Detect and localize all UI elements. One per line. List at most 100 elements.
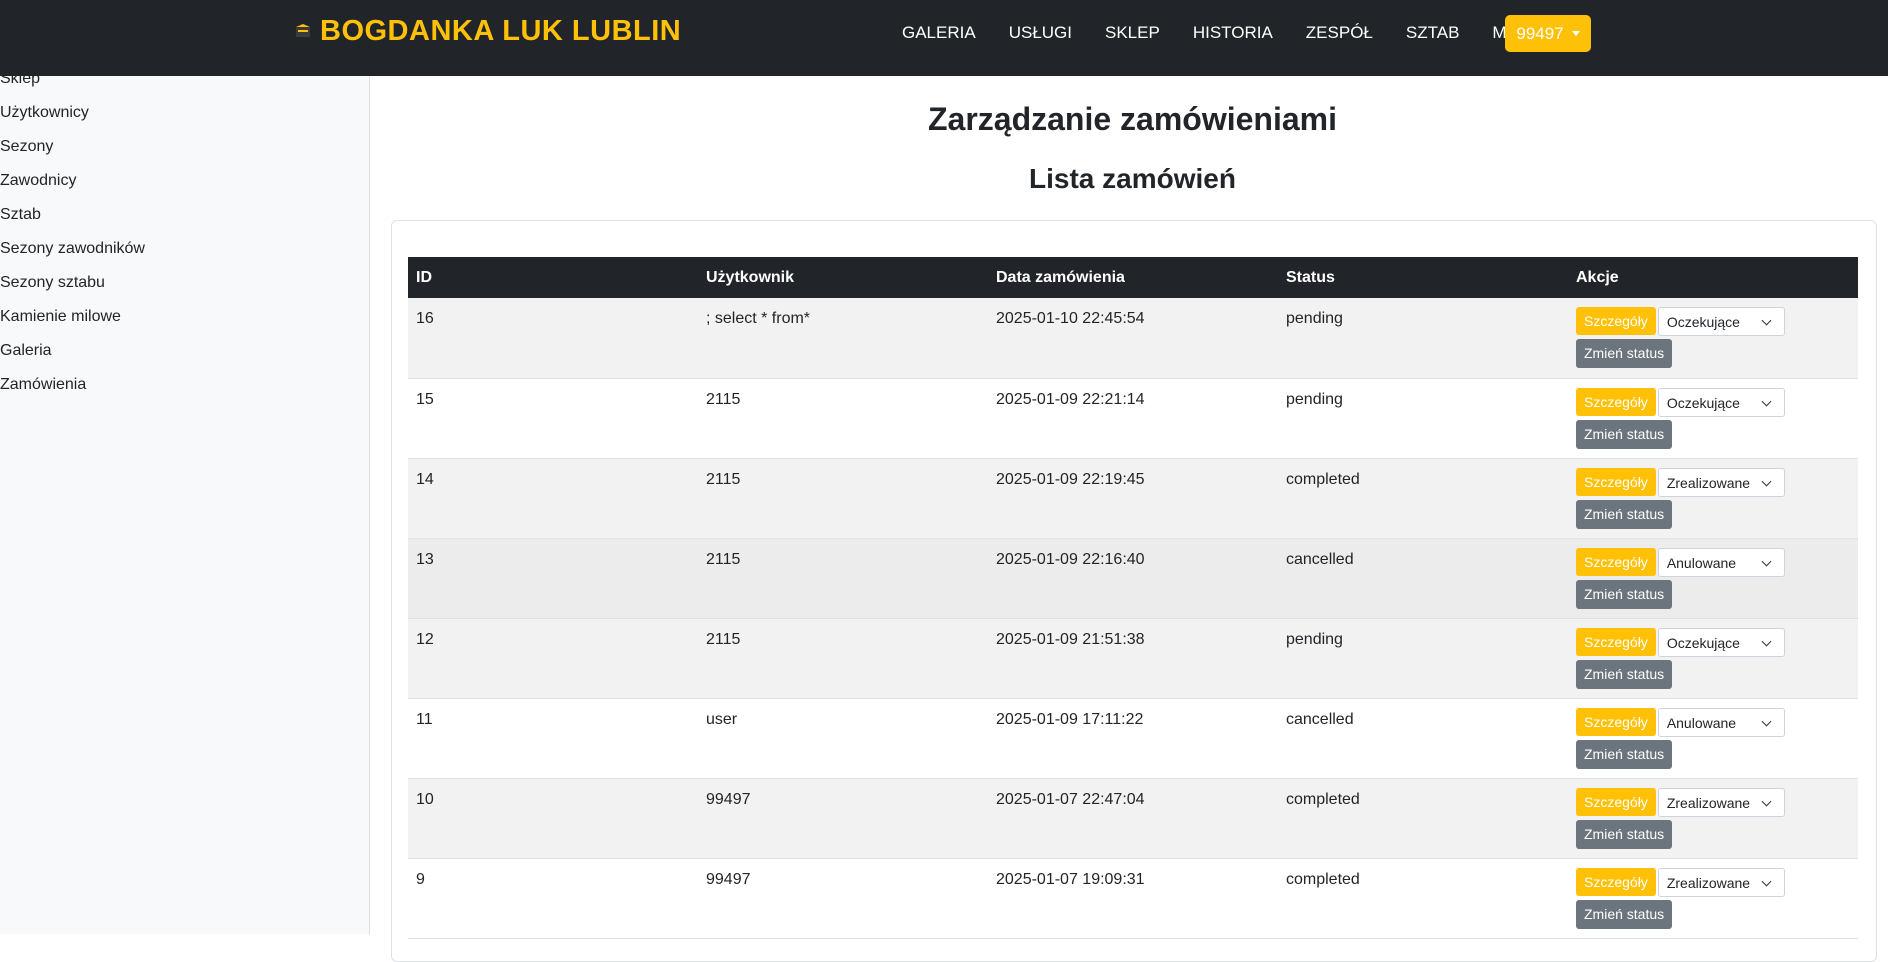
status-select-value: Zrealizowane xyxy=(1666,874,1751,891)
status-select[interactable]: Anulowane xyxy=(1657,547,1785,577)
chevron-down-icon xyxy=(1761,876,1772,886)
status-select[interactable]: Anulowane xyxy=(1657,707,1785,737)
cell-id: 16 xyxy=(408,298,698,379)
change-status-button[interactable]: Zmień status xyxy=(1576,499,1673,529)
cell-id: 15 xyxy=(408,378,698,459)
cell-user: user xyxy=(698,698,988,779)
cell-actions: Szczegóły Anulowane Zmień status xyxy=(1568,698,1858,779)
details-button[interactable]: Szczegóły xyxy=(1576,547,1656,576)
chevron-down-icon xyxy=(1761,796,1772,806)
status-select-value: Oczekujące xyxy=(1666,394,1740,411)
details-button[interactable]: Szczegóły xyxy=(1576,307,1656,335)
nav-link-historia[interactable]: HISTORIA xyxy=(1193,20,1273,46)
status-select[interactable]: Zrealizowane xyxy=(1657,867,1785,897)
cell-status: completed xyxy=(1278,458,1568,539)
chevron-down-icon xyxy=(1761,476,1772,486)
page-title: Zarządzanie zamówieniami xyxy=(927,101,1337,137)
details-button[interactable]: Szczegóły xyxy=(1576,707,1656,736)
sidebar-item-sezony-zawodnikow[interactable]: Sezony zawodników xyxy=(0,239,145,259)
change-status-button[interactable]: Zmień status xyxy=(1576,899,1673,929)
change-status-button[interactable]: Zmień status xyxy=(1576,739,1673,769)
brand-title: BOGDANKA LUK LUBLIN xyxy=(320,14,682,47)
table-row: 14 2115 2025-01-09 22:19:45 completed Sz… xyxy=(408,458,1858,539)
status-select[interactable]: Zrealizowane xyxy=(1657,787,1785,817)
status-select-value: Anulowane xyxy=(1666,714,1737,731)
cell-status: cancelled xyxy=(1278,538,1568,619)
nav-menu: GALERIA USŁUGI SKLEP HISTORIA ZESPÓŁ SZT… xyxy=(902,20,1572,46)
table-row: 11 user 2025-01-09 17:11:22 cancelled Sz… xyxy=(408,698,1858,779)
details-button[interactable]: Szczegóły xyxy=(1576,787,1656,816)
nav-link-uslugi[interactable]: USŁUGI xyxy=(1009,20,1072,46)
user-dropdown-button[interactable]: 99497 xyxy=(1505,15,1591,52)
details-button[interactable]: Szczegóły xyxy=(1576,387,1656,416)
status-select[interactable]: Oczekujące xyxy=(1657,307,1785,336)
sidebar-item-sezony[interactable]: Sezony xyxy=(0,137,53,157)
cell-user: 2115 xyxy=(698,458,988,539)
cell-status: pending xyxy=(1278,298,1568,379)
details-button[interactable]: Szczegóły xyxy=(1576,467,1656,496)
table-row: 10 99497 2025-01-07 22:47:04 completed S… xyxy=(408,778,1858,859)
caret-down-icon xyxy=(1571,31,1580,36)
sidebar-item-kamienie-milowe[interactable]: Kamienie milowe xyxy=(0,307,121,327)
column-header-id: ID xyxy=(408,257,698,298)
cell-date: 2025-01-10 22:45:54 xyxy=(988,298,1278,379)
sidebar-item-galeria[interactable]: Galeria xyxy=(0,341,52,361)
chevron-down-icon xyxy=(1761,396,1772,406)
status-select-value: Oczekujące xyxy=(1666,634,1740,651)
chevron-down-icon xyxy=(1761,716,1772,726)
club-logo-icon xyxy=(296,24,310,37)
status-select-value: Anulowane xyxy=(1666,554,1737,571)
brand-link[interactable]: BOGDANKA LUK LUBLIN xyxy=(296,14,681,48)
sidebar-item-sezony-sztabu[interactable]: Sezony sztabu xyxy=(0,273,105,293)
cell-user: 2115 xyxy=(698,618,988,699)
column-header-date: Data zamówienia xyxy=(988,257,1278,298)
change-status-button[interactable]: Zmień status xyxy=(1576,339,1673,368)
change-status-button[interactable]: Zmień status xyxy=(1576,419,1673,449)
cell-actions: Szczegóły Anulowane Zmień status xyxy=(1568,538,1858,619)
cell-user: 99497 xyxy=(698,858,988,939)
cell-id: 14 xyxy=(408,458,698,539)
nav-link-sklep[interactable]: SKLEP xyxy=(1105,20,1160,46)
status-select[interactable]: Zrealizowane xyxy=(1657,467,1785,497)
cell-status: pending xyxy=(1278,618,1568,699)
cell-status: completed xyxy=(1278,858,1568,939)
column-header-user: Użytkownik xyxy=(698,257,988,298)
nav-link-galeria[interactable]: GALERIA xyxy=(902,20,976,46)
nav-link-zespol[interactable]: ZESPÓŁ xyxy=(1306,20,1373,46)
user-name: 99497 xyxy=(1516,23,1564,43)
cell-status: pending xyxy=(1278,378,1568,459)
status-select[interactable]: Oczekujące xyxy=(1657,627,1785,657)
cell-user: ; select * from* xyxy=(698,298,988,379)
cell-actions: Szczegóły Zrealizowane Zmień status xyxy=(1568,458,1858,539)
sidebar-item-zamowienia[interactable]: Zamówienia xyxy=(0,375,86,395)
change-status-button[interactable]: Zmień status xyxy=(1576,659,1673,689)
orders-table: ID Użytkownik Data zamówienia Status Akc… xyxy=(408,257,1858,939)
chevron-down-icon xyxy=(1761,315,1772,326)
cell-id: 12 xyxy=(408,618,698,699)
cell-date: 2025-01-09 22:19:45 xyxy=(988,458,1278,539)
change-status-button[interactable]: Zmień status xyxy=(1576,819,1673,849)
change-status-button[interactable]: Zmień status xyxy=(1576,579,1673,609)
cell-status: cancelled xyxy=(1278,698,1568,779)
cell-date: 2025-01-07 22:47:04 xyxy=(988,778,1278,859)
status-select-value: Zrealizowane xyxy=(1666,794,1751,811)
nav-link-sztab[interactable]: SZTAB xyxy=(1406,20,1460,46)
cell-actions: Szczegóły Oczekujące Zmień status xyxy=(1568,618,1858,699)
admin-sidebar: Sklep Użytkownicy Sezony Zawodnicy Sztab… xyxy=(0,60,370,934)
column-header-actions: Akcje xyxy=(1568,257,1858,298)
status-select[interactable]: Oczekujące xyxy=(1657,387,1785,417)
cell-actions: Szczegóły Oczekujące Zmień status xyxy=(1568,378,1858,459)
cell-user: 2115 xyxy=(698,378,988,459)
cell-actions: Szczegóły Zrealizowane Zmień status xyxy=(1568,778,1858,859)
sidebar-item-uzytkownicy[interactable]: Użytkownicy xyxy=(0,103,89,123)
status-select-value: Oczekujące xyxy=(1666,314,1740,330)
details-button[interactable]: Szczegóły xyxy=(1576,627,1656,656)
chevron-down-icon xyxy=(1761,636,1772,646)
cell-id: 11 xyxy=(408,698,698,779)
cell-user: 99497 xyxy=(698,778,988,859)
details-button[interactable]: Szczegóły xyxy=(1576,867,1656,896)
section-title: Lista zamówień xyxy=(1029,163,1236,194)
sidebar-item-zawodnicy[interactable]: Zawodnicy xyxy=(0,171,76,191)
sidebar-item-sztab[interactable]: Sztab xyxy=(0,205,41,225)
cell-date: 2025-01-09 21:51:38 xyxy=(988,618,1278,699)
